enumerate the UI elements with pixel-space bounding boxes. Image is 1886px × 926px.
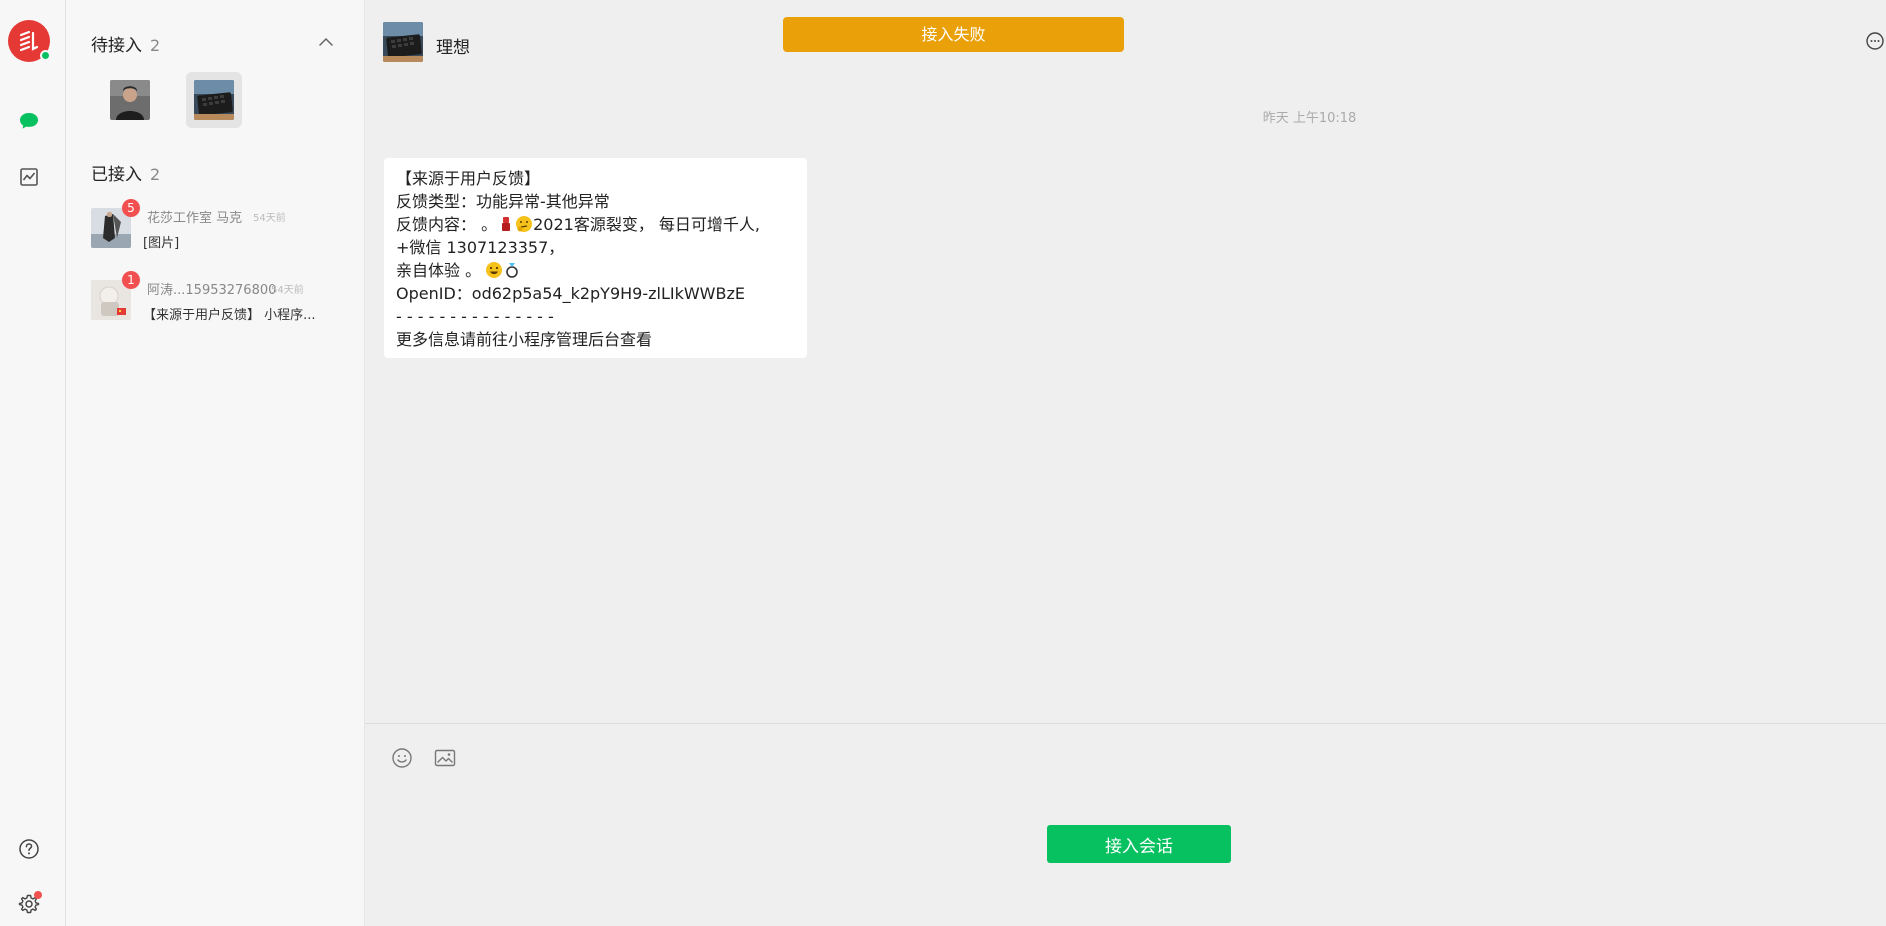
smiley-icon[interactable]: [389, 745, 415, 771]
pending-section-header: 待接入 2: [91, 31, 160, 56]
conversation-item[interactable]: 5 花莎工作室 马克 54天前 [图片]: [66, 196, 364, 266]
message-line: 反馈类型：功能异常-其他异常: [396, 192, 610, 211]
conversation-preview: [图片]: [143, 236, 180, 251]
conversation-item[interactable]: 1 阿涛...15953276800 54天前 【来源于用户反馈】 小程序...: [66, 268, 364, 338]
joined-count: 2: [150, 165, 161, 184]
lipstick-emoji-icon: [502, 217, 511, 231]
chat-title: 理想: [436, 38, 470, 58]
ring-emoji-icon: [506, 263, 518, 278]
chat-nav-icon[interactable]: [16, 108, 42, 134]
pending-title: 待接入: [91, 36, 142, 56]
pending-count: 2: [150, 36, 161, 55]
conversation-name: 花莎工作室 马克: [147, 211, 243, 226]
session-list-panel: 待接入 2 已接入 2 5 花莎工作室 马克 54天前 [图片] 1 阿涛...…: [66, 0, 365, 926]
conversation-preview: 【来源于用户反馈】 小程序...: [143, 308, 316, 323]
chart-icon[interactable]: [16, 164, 42, 190]
avatar: [194, 80, 234, 120]
message-line: OpenID：od62p5a54_k2pY9H9-zlLIkWWBzE: [396, 284, 745, 303]
joined-title: 已接入: [91, 165, 142, 185]
image-icon[interactable]: [432, 745, 458, 771]
chat-avatar[interactable]: [383, 22, 423, 62]
message-line: +微信 1307123357，: [396, 238, 565, 257]
conversation-time: 54天前: [271, 285, 304, 296]
unread-badge: 5: [122, 199, 140, 217]
online-status-dot: [40, 50, 51, 61]
settings-notification-dot: [34, 891, 42, 899]
composer-area: 接入会话: [365, 723, 1886, 926]
conversation-time: 54天前: [253, 213, 286, 224]
help-icon[interactable]: [16, 836, 42, 862]
logo-mark-icon: [19, 30, 39, 52]
app-logo: [8, 20, 51, 62]
smile-emoji-icon: [486, 262, 503, 278]
chat-panel: 理想 接入失败 昨天 上午10:18 【来源于用户反馈】 反馈类型：功能异常-其…: [365, 0, 1886, 926]
error-toast: 接入失败: [783, 17, 1124, 52]
message-bubble: 【来源于用户反馈】 反馈类型：功能异常-其他异常 反馈内容： 。 2021客源裂变…: [384, 158, 807, 358]
chevron-up-icon[interactable]: [316, 32, 336, 52]
more-icon[interactable]: [1864, 30, 1886, 52]
message-line: 更多信息请前往小程序管理后台查看: [396, 330, 653, 349]
accept-session-button[interactable]: 接入会话: [1047, 825, 1231, 863]
message-text: 反馈内容： 。: [396, 215, 498, 234]
gear-icon[interactable]: [16, 891, 42, 917]
message-timestamp: 昨天 上午10:18: [1262, 111, 1357, 126]
message-line: - - - - - - - - - - - - - - -: [396, 307, 554, 326]
message-text: 亲自体验 。: [396, 261, 482, 280]
unread-badge: 1: [122, 271, 140, 289]
conversation-name: 阿涛...15953276800: [147, 283, 277, 298]
nav-rail: [0, 0, 66, 926]
message-text: 2021客源裂变， 每日可增千人,: [533, 215, 760, 234]
pending-avatar-2[interactable]: [186, 72, 242, 128]
message-line: 反馈内容： 。 2021客源裂变， 每日可增千人,: [396, 213, 795, 236]
message-line: 亲自体验 。: [396, 259, 795, 282]
thinking-emoji-icon: [516, 216, 533, 232]
message-line: 【来源于用户反馈】: [396, 169, 541, 188]
pending-avatar-1[interactable]: [102, 72, 158, 128]
avatar: [110, 80, 150, 120]
joined-section-header: 已接入 2: [91, 160, 160, 185]
